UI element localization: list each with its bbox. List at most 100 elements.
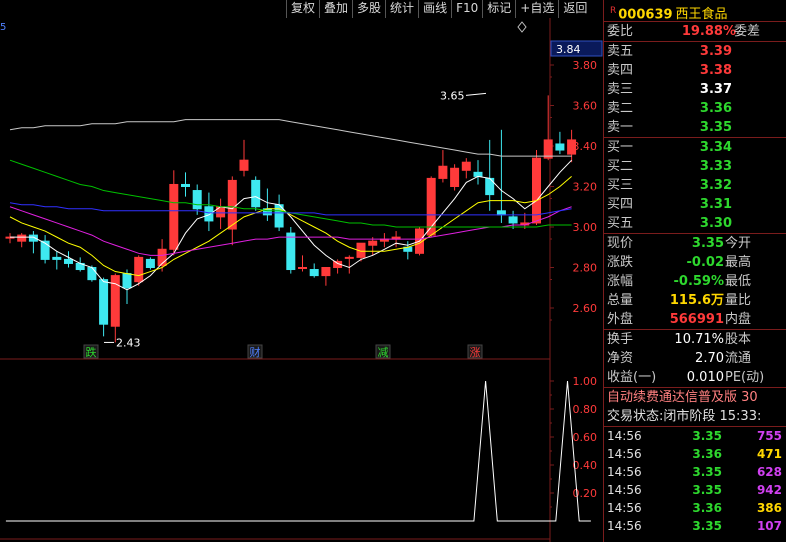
bids-label: 买五 [607, 216, 634, 231]
low-annotation: 2.43 [116, 336, 141, 349]
tick-row: 14:56 3.35 628 [604, 463, 786, 481]
candle-body [473, 171, 483, 177]
candle-body [52, 256, 62, 260]
toolbar-button-1[interactable]: 叠加 [319, 0, 352, 18]
asks-row[interactable]: 卖五 3.39 [604, 42, 786, 61]
tick-volume: 107 [756, 519, 782, 533]
order-ratio-label: 委比 [607, 24, 634, 39]
candle-body [496, 210, 506, 216]
tick-row: 14:56 3.36 386 [604, 499, 786, 517]
candle-body [567, 139, 577, 155]
fundamentals-row: 收益(一) 0.010 PE(动) [604, 368, 786, 387]
candle-body [438, 165, 448, 179]
signal-line [5, 380, 591, 522]
tick-price: 3.35 [692, 483, 722, 497]
sub-y-tick-label: 1.00 [573, 375, 598, 388]
quote-label: 外盘 [607, 312, 634, 327]
quote-label: 涨幅 [607, 274, 634, 289]
asks-price: 3.37 [699, 82, 732, 97]
quote-row: 涨跌 -0.02 最高 [604, 253, 786, 272]
candle-body [134, 256, 144, 283]
asks-row[interactable]: 卖三 3.37 [604, 80, 786, 99]
candle-body [508, 216, 518, 224]
y-tick-label: 3.80 [573, 59, 598, 72]
bids-price: 3.30 [699, 216, 732, 231]
bids-row[interactable]: 买二 3.33 [604, 157, 786, 176]
fundamentals-label-2: PE(动) [725, 370, 765, 385]
asks-label: 卖四 [607, 63, 634, 78]
quote-value: -0.02 [686, 255, 724, 270]
tick-time: 14:56 [607, 447, 642, 461]
toolbar-button-2[interactable]: 多股 [352, 0, 385, 18]
ma-line [9, 119, 572, 157]
candle-body [204, 206, 214, 222]
candle-body [298, 267, 307, 269]
bids-price: 3.34 [699, 140, 732, 155]
sub-y-tick-label: 0.80 [573, 403, 598, 416]
kline-chart[interactable]: 5 3.80 3.60 3.40 3.20 3.00 2.80 2.60 3.84 3.65 2.4… [0, 18, 603, 542]
candle-body [555, 143, 565, 151]
fundamentals-label: 换手 [607, 332, 634, 347]
bids-label: 买二 [607, 159, 634, 174]
quote-row: 外盘 566991 内盘 [604, 310, 786, 329]
toolbar-button-0[interactable]: 复权 [286, 0, 319, 18]
toolbar-button-5[interactable]: F10 [451, 0, 482, 18]
tick-row: 14:56 3.35 107 [604, 517, 786, 535]
toolbar-button-6[interactable]: 标记 [482, 0, 515, 18]
quote-value: -0.59% [673, 274, 725, 289]
candle-body [17, 234, 27, 242]
quote-label-2: 今开 [725, 236, 752, 251]
quote-list: 现价 3.35 今开 涨跌 -0.02 最高 涨幅 -0.59% 最低 总量 115.6万 量比 外盘 5… [604, 234, 786, 329]
asks-row[interactable]: 卖一 3.35 [604, 118, 786, 137]
bids-label: 买四 [607, 197, 634, 212]
tick-time: 14:56 [607, 519, 642, 533]
candle-body [87, 267, 97, 281]
candle-body [368, 240, 378, 246]
tick-price: 3.36 [692, 447, 722, 461]
asks-price: 3.35 [699, 120, 732, 135]
quote-label-2: 最低 [725, 274, 752, 289]
fundamentals-value: 10.71% [674, 332, 724, 347]
quote-label: 现价 [607, 236, 634, 251]
fundamentals-value: 2.70 [695, 351, 724, 366]
bids-row[interactable]: 买三 3.32 [604, 176, 786, 195]
tick-list: 14:56 3.35 755 14:56 3.36 471 14:56 3.35 628 14:5… [604, 427, 786, 535]
candle-body [239, 159, 249, 171]
asks-price: 3.36 [699, 101, 732, 116]
toolbar-button-8[interactable]: 返回 [558, 0, 591, 18]
asks-row[interactable]: 卖四 3.38 [604, 61, 786, 80]
candle-body [450, 167, 460, 187]
asks-price: 3.38 [699, 63, 732, 78]
y-tick-label: 3.20 [573, 181, 598, 194]
tick-row: 14:56 3.36 471 [604, 445, 786, 463]
y-tick-label: 2.60 [573, 302, 598, 315]
tick-volume: 386 [756, 501, 782, 515]
candle-body [461, 161, 471, 171]
sub-y-tick-label: 0.60 [573, 431, 598, 444]
candle-body [227, 179, 237, 230]
toolbar-button-3[interactable]: 统计 [385, 0, 418, 18]
tick-price: 3.35 [692, 465, 722, 479]
asks-label: 卖一 [607, 120, 634, 135]
tick-price: 3.36 [692, 501, 722, 515]
bids-label: 买三 [607, 178, 634, 193]
candle-body [99, 279, 109, 325]
toolbar-button-7[interactable]: +自选 [515, 0, 558, 18]
toolbar-button-4[interactable]: 画线 [418, 0, 451, 18]
fundamentals-list: 换手 10.71% 股本 净资 2.70 流通 收益(一) 0.010 PE(动) [604, 330, 786, 387]
fundamentals-row: 换手 10.71% 股本 [604, 330, 786, 349]
asks-row[interactable]: 卖二 3.36 [604, 99, 786, 118]
info-banner[interactable]: 自动续费通达信普及版 30 [604, 388, 786, 407]
kline-svg[interactable]: 5 3.80 3.60 3.40 3.20 3.00 2.80 2.60 3.84 3.65 2.4… [0, 18, 603, 542]
event-marker: 减 [378, 346, 389, 359]
tick-time: 14:56 [607, 483, 642, 497]
quote-label-2: 量比 [725, 293, 752, 308]
bids-row[interactable]: 买五 3.30 [604, 214, 786, 233]
bids-row[interactable]: 买四 3.31 [604, 195, 786, 214]
event-marker: 跌 [86, 345, 97, 359]
quote-row: 涨幅 -0.59% 最低 [604, 272, 786, 291]
bids-row[interactable]: 买一 3.34 [604, 138, 786, 157]
quote-row: 总量 115.6万 量比 [604, 291, 786, 310]
ask-list: 卖五 3.39 卖四 3.38 卖三 3.37 卖二 3.36 卖一 3.35 [604, 42, 786, 137]
bids-price: 3.33 [699, 159, 732, 174]
